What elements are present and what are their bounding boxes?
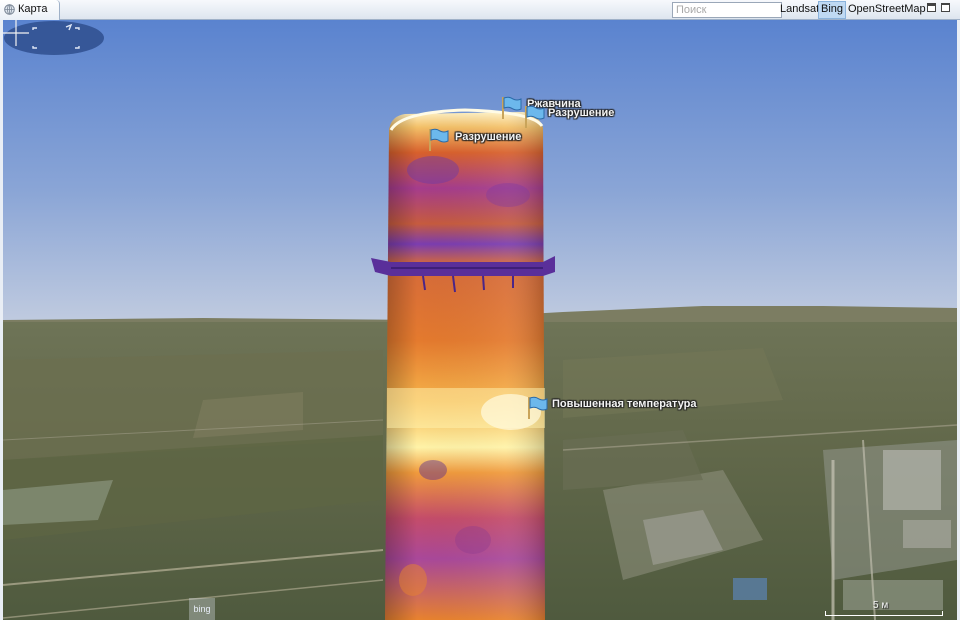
layer-button-bing[interactable]: Bing <box>818 1 847 19</box>
bing-logo: bing <box>189 598 215 620</box>
globe-icon <box>4 4 15 15</box>
layer-button-landsat[interactable]: Landsat <box>778 1 821 17</box>
layer-button-openstreetmap[interactable]: OpenStreetMap <box>846 1 928 17</box>
scale-label: 5 м <box>873 600 889 611</box>
minimize-icon[interactable] <box>927 3 936 12</box>
scale-line <box>825 611 943 616</box>
marker-label: Разрушение <box>548 107 615 119</box>
tab-title: Карта <box>18 3 48 15</box>
scale-bar: 5 м <box>823 600 945 616</box>
marker-label: Разрушение <box>455 131 522 143</box>
search-input[interactable] <box>672 2 782 18</box>
flag-icon <box>502 96 522 119</box>
marker-label: Повышенная температура <box>552 398 697 410</box>
top-bar: Карта Landsat Bing OpenStreetMap <box>0 0 960 20</box>
flag-icon <box>528 396 548 419</box>
flag-icon <box>525 105 545 128</box>
restore-icon[interactable] <box>941 3 950 12</box>
tab-map[interactable]: Карта <box>0 0 60 20</box>
flag-icon <box>429 128 449 151</box>
map-viewport[interactable]: Ржавчина Разрушение Разрушение Повышенна… <box>3 20 957 620</box>
map-scene <box>3 20 957 620</box>
crosshair-icon <box>3 20 29 46</box>
